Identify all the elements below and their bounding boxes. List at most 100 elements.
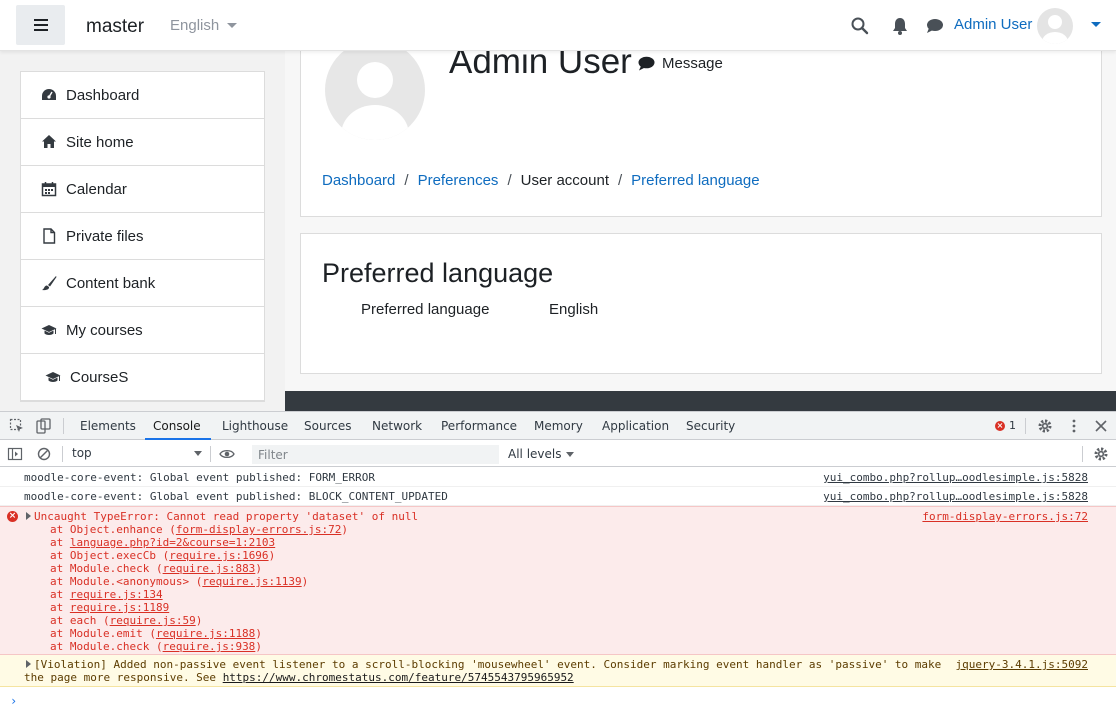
stack-frame-suffix: ): [255, 562, 262, 575]
log-source-link[interactable]: yui_combo.php?rollup…oodlesimple.js:5828: [823, 490, 1088, 503]
stack-frame-suffix: ): [301, 575, 309, 588]
stack-frame-suffix: ): [195, 614, 203, 627]
stack-frame-link[interactable]: require.js:1139: [202, 575, 301, 588]
tab-memory[interactable]: Memory: [534, 419, 583, 433]
stack-frame-link[interactable]: require.js:1188: [156, 627, 255, 640]
stack-frame-link[interactable]: require.js:938: [163, 640, 256, 653]
breadcrumb-separator: /: [617, 172, 623, 189]
avatar[interactable]: [1037, 8, 1073, 44]
bell-icon[interactable]: [890, 16, 910, 36]
stack-frame-link[interactable]: require.js:883: [163, 562, 256, 575]
stack-frame-link[interactable]: require.js:134: [70, 588, 163, 601]
warning-message-continued: the page more responsive. See https://ww…: [24, 671, 574, 684]
console-settings-gear-icon[interactable]: [1093, 446, 1109, 462]
error-counter[interactable]: × 1: [995, 419, 1016, 432]
device-toolbar-icon[interactable]: [35, 418, 51, 434]
breadcrumb-link-preferences[interactable]: Preferences: [418, 172, 499, 189]
user-menu-name[interactable]: Admin User: [954, 16, 1032, 33]
nav-drawer: Dashboard Site home Calendar Private fil…: [0, 51, 285, 411]
stack-frame-link[interactable]: language.php?id=2&course=1:2103: [70, 536, 275, 549]
breadcrumb-item-user-account: User account: [520, 172, 609, 189]
drawer-item-label: My courses: [66, 321, 143, 339]
tab-network[interactable]: Network: [372, 419, 422, 433]
tab-performance[interactable]: Performance: [441, 419, 517, 433]
console-prompt[interactable]: ›: [10, 694, 17, 708]
language-menu[interactable]: English: [170, 17, 238, 34]
drawer-item-site-home[interactable]: Site home: [21, 119, 264, 166]
drawer-item-my-courses[interactable]: My courses: [21, 307, 264, 354]
context-selector[interactable]: top: [72, 446, 202, 460]
drawer-item-label: Calendar: [66, 180, 127, 198]
console-filter-input[interactable]: [252, 445, 499, 464]
stack-frame-prefix: at Module.check (: [50, 640, 163, 653]
stack-frame-prefix: at: [50, 536, 70, 549]
stack-frame-link[interactable]: require.js:1696: [169, 549, 268, 562]
stack-frame-link[interactable]: require.js:59: [110, 614, 196, 627]
stack-frame-suffix: ): [255, 627, 262, 640]
sidebar-toggle-icon[interactable]: [7, 446, 23, 462]
log-levels-label: All levels: [508, 447, 562, 461]
warning-message-text: [Violation] Added non-passive event list…: [34, 658, 942, 671]
eye-icon[interactable]: [219, 446, 235, 462]
tab-console[interactable]: Console: [153, 419, 201, 433]
paintbrush-icon: [42, 276, 57, 291]
message-button[interactable]: Message: [638, 55, 723, 72]
site-name[interactable]: master: [86, 16, 144, 38]
drawer-toggle-button[interactable]: [16, 5, 65, 45]
drawer-item-calendar[interactable]: Calendar: [21, 166, 264, 213]
log-levels-dropdown[interactable]: All levels: [508, 447, 575, 461]
drawer-item-label: CourseS: [70, 368, 129, 386]
console-error-entry: × Uncaught TypeError: Cannot read proper…: [0, 506, 1116, 655]
toolbar-divider: [63, 418, 64, 434]
breadcrumb-link-dashboard[interactable]: Dashboard: [322, 172, 395, 189]
profile-avatar: [325, 51, 425, 140]
chat-icon[interactable]: [925, 16, 945, 36]
close-icon[interactable]: [1093, 418, 1109, 434]
error-message[interactable]: Uncaught TypeError: Cannot read property…: [26, 510, 418, 523]
breadcrumb-link-preferred-language[interactable]: Preferred language: [631, 172, 759, 189]
log-message: moodle-core-event: Global event publishe…: [24, 490, 448, 503]
clear-console-icon[interactable]: [36, 446, 52, 462]
file-icon: [43, 228, 56, 244]
console-log-row: moodle-core-event: Global event publishe…: [0, 487, 1116, 506]
log-source-link[interactable]: yui_combo.php?rollup…oodlesimple.js:5828: [823, 471, 1088, 484]
graduation-cap-icon: [41, 325, 57, 335]
console-warning-entry: [Violation] Added non-passive event list…: [0, 655, 1116, 687]
drawer-item-label: Dashboard: [66, 86, 140, 104]
tab-application[interactable]: Application: [602, 419, 669, 433]
stack-frame-link[interactable]: require.js:1189: [70, 601, 169, 614]
active-tab-indicator: [145, 438, 211, 440]
chevron-down-icon: [566, 451, 575, 457]
kebab-menu-icon[interactable]: [1066, 418, 1082, 434]
tab-security[interactable]: Security: [686, 419, 735, 433]
drawer-item-label: Site home: [66, 133, 134, 151]
drawer-item-label: Private files: [66, 227, 144, 245]
page-footer: [285, 391, 1116, 411]
warning-link[interactable]: https://www.chromestatus.com/feature/574…: [223, 671, 574, 684]
inspect-element-icon[interactable]: [9, 418, 25, 434]
tab-elements[interactable]: Elements: [80, 419, 136, 433]
drawer-item-dashboard[interactable]: Dashboard: [21, 72, 264, 119]
chevron-down-icon: [194, 451, 202, 456]
context-selector-value: top: [72, 446, 92, 460]
expand-triangle-icon[interactable]: [26, 660, 31, 668]
page-title: Admin User: [449, 51, 632, 81]
warning-source-link[interactable]: jquery-3.4.1.js:5092: [956, 658, 1088, 671]
search-icon[interactable]: [850, 16, 870, 36]
gear-icon[interactable]: [1037, 418, 1053, 434]
drawer-item-private-files[interactable]: Private files: [21, 213, 264, 260]
stack-frame-link[interactable]: form-display-errors.js:72: [176, 523, 342, 536]
expand-triangle-icon[interactable]: [26, 512, 31, 520]
error-source-link[interactable]: form-display-errors.js:72: [922, 510, 1088, 523]
error-icon: ×: [995, 420, 1005, 431]
stack-frame: at Module.check (require.js:938): [50, 640, 262, 653]
drawer-item-content-bank[interactable]: Content bank: [21, 260, 264, 307]
drawer-item-courses[interactable]: CourseS: [21, 354, 264, 401]
tab-lighthouse[interactable]: Lighthouse: [222, 419, 288, 433]
warning-message[interactable]: [Violation] Added non-passive event list…: [26, 658, 941, 671]
hamburger-icon: [33, 19, 48, 31]
stack-frame-suffix: ): [341, 523, 349, 536]
tab-sources[interactable]: Sources: [304, 419, 351, 433]
user-menu-caret-icon[interactable]: [1091, 22, 1101, 27]
toolbar-divider: [1025, 418, 1026, 434]
